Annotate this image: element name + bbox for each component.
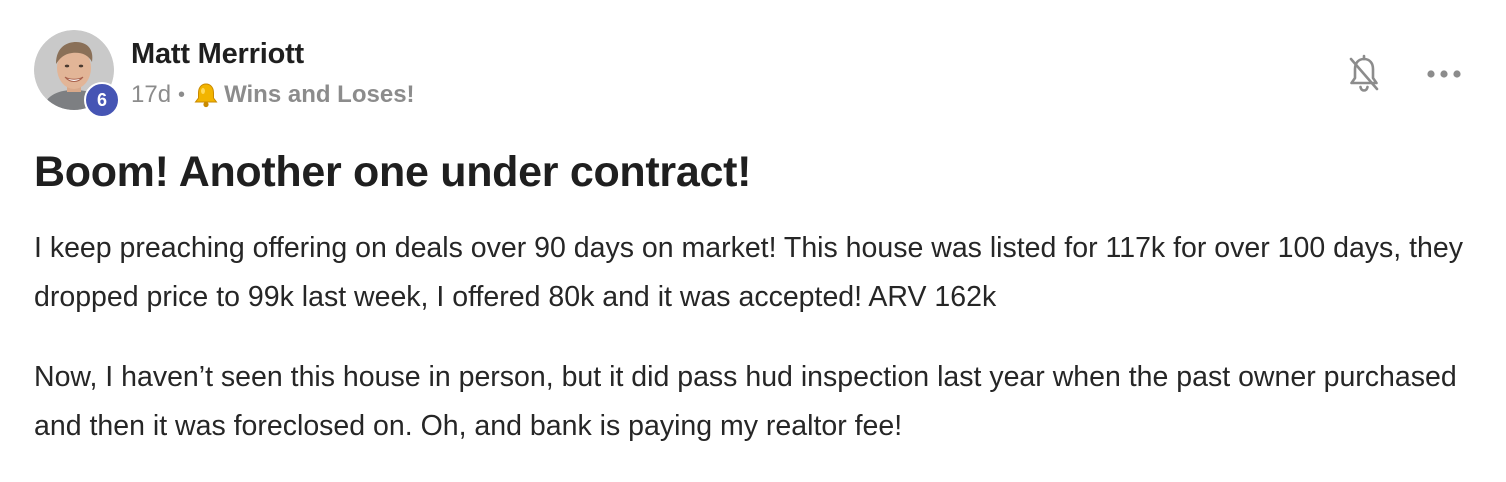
post-meta: Matt Merriott 17d • Wins and Loses! [131, 30, 415, 110]
post-body: I keep preaching offering on deals over … [34, 224, 1484, 482]
author-name[interactable]: Matt Merriott [131, 36, 415, 72]
meta-separator: • [178, 84, 186, 106]
post-paragraph: I keep preaching offering on deals over … [34, 232, 1463, 313]
level-badge: 6 [84, 82, 120, 118]
post-card: 6 Matt Merriott 17d • Wins and Loses! Bo… [0, 0, 1506, 460]
post-header: 6 Matt Merriott 17d • Wins and Loses! [34, 30, 415, 118]
notifications-toggle-button[interactable] [1340, 50, 1388, 98]
post-time: 17d [131, 81, 172, 108]
post-paragraph: Now, I haven’t seen this house in person… [34, 361, 1457, 442]
more-options-button[interactable] [1420, 50, 1468, 98]
category-link[interactable]: Wins and Loses! [224, 80, 414, 110]
bell-off-icon [1349, 54, 1379, 92]
author-avatar[interactable]: 6 [34, 30, 120, 118]
bell-emoji-icon [194, 83, 218, 108]
post-actions [1340, 50, 1468, 98]
more-horizontal-icon [1427, 70, 1461, 78]
post-title: Boom! Another one under contract! [34, 148, 752, 196]
meta-line: 17d • Wins and Loses! [131, 80, 415, 110]
